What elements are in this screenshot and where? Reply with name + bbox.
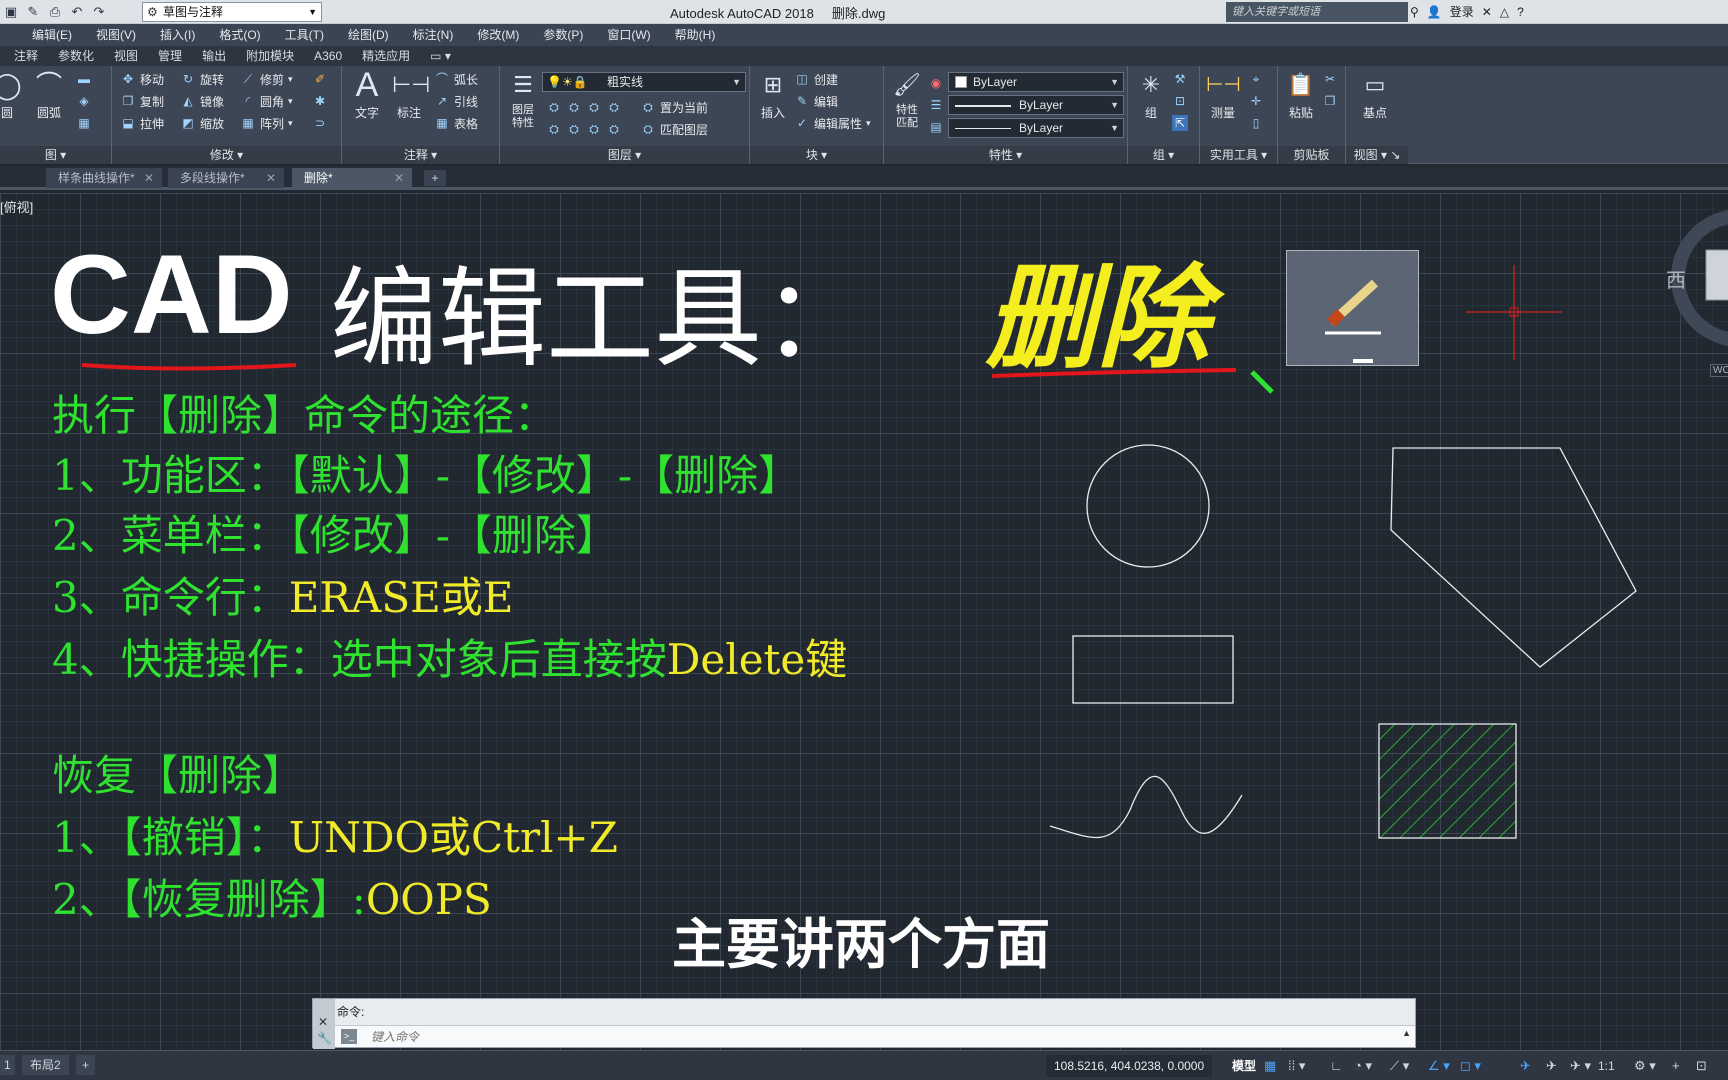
command-line: ✕ 🔧 命令: >_ ▲ (312, 998, 1416, 1049)
command-history: 命令: (337, 1005, 365, 1019)
chevron-up-icon[interactable]: ▲ (1402, 1028, 1411, 1038)
auto-scale-icon[interactable]: ✈ (1546, 1056, 1557, 1076)
command-input-row: >_ ▲ (335, 1025, 1415, 1047)
line-oops-prefix: 2、【恢复删除】: (52, 875, 366, 924)
line-menu-path: 2、菜单栏：【修改】-【删除】 (52, 511, 618, 560)
drawn-spline (1049, 775, 1243, 839)
title-erase: 删除 (985, 254, 1209, 384)
autocad-window: ▣ ✎ ⎙ ↶ ↷ ⚙ 草图与注释 ▼ Autodesk AutoCAD 201… (0, 0, 1728, 1080)
status-bar: 1 布局2 + 108.5216, 404.0238, 0.0000 模型 ▦ … (0, 1050, 1728, 1080)
wrench-icon[interactable]: 🔧 (317, 1031, 332, 1045)
hatched-rectangle (1378, 723, 1517, 839)
drawn-pentagon (1390, 447, 1637, 668)
layout-tab-prev[interactable]: 1 (0, 1055, 15, 1075)
line-command: 3、命令行：ERASE或E (52, 564, 513, 625)
line-shortcut-prefix: 4、快捷操作：选中对象后直接按 (52, 635, 667, 684)
object-snap-tracking-icon[interactable]: ∠ ▾ (1428, 1056, 1450, 1076)
scale-value[interactable]: 1:1 (1598, 1056, 1615, 1076)
line-undo-prefix: 1、【撤销】： (52, 813, 289, 862)
ortho-icon[interactable]: ∟ (1330, 1056, 1343, 1076)
command-prompt-icon[interactable]: >_ (341, 1029, 357, 1044)
workspace-switch-icon[interactable]: ⚙ ▾ (1634, 1056, 1656, 1076)
drawn-rectangle (1072, 635, 1234, 704)
line-undo-keys: UNDO或Ctrl+Z (288, 813, 618, 862)
title-cad: CAD (50, 232, 293, 357)
line-undo: 1、【撤销】：UNDO或Ctrl+Z (52, 804, 618, 865)
line-shortcut-delete: Delete键 (666, 635, 848, 684)
line-restore-title: 恢复【删除】 (52, 751, 305, 800)
line-command-erase: ERASE或E (288, 573, 514, 622)
polar-icon[interactable]: ◔ ▾ (1354, 1056, 1372, 1076)
plus-icon[interactable]: + (1672, 1056, 1680, 1076)
video-subtitle: 主要讲两个方面 (672, 913, 1050, 976)
add-layout-button[interactable]: + (76, 1055, 96, 1075)
viewcube-west-label[interactable]: 西 (1666, 264, 1686, 293)
line-shortcut: 4、快捷操作：选中对象后直接按Delete键 (52, 626, 847, 687)
line-erase-ways: 执行【删除】命令的途径： (52, 391, 557, 440)
erase-tool-preview (1286, 250, 1419, 366)
command-input[interactable] (371, 1027, 1271, 1046)
object-snap-icon[interactable]: ◻ ▾ (1460, 1056, 1481, 1076)
close-icon[interactable]: ✕ (318, 1015, 328, 1029)
line-command-prefix: 3、命令行： (52, 573, 289, 622)
viewcube-face (1705, 249, 1728, 301)
red-underline-cad (81, 363, 297, 371)
line-oops: 2、【恢复删除】:OOPS (52, 866, 492, 927)
grid-icon[interactable]: ▦ (1264, 1056, 1276, 1076)
line-ribbon-path: 1、功能区：【默认】-【修改】-【删除】 (52, 451, 801, 500)
line-oops-command: OOPS (365, 875, 492, 924)
model-space-button[interactable]: 模型 (1232, 1056, 1256, 1076)
isodraft-icon[interactable]: ⟋ ▾ (1390, 1056, 1409, 1076)
annotation-scale-icon[interactable]: ✈ ▾ (1570, 1056, 1591, 1076)
command-line-grip[interactable]: ✕ 🔧 (313, 999, 335, 1049)
pen-cursor (1250, 370, 1274, 394)
eraser-icon (1325, 279, 1381, 363)
snap-icon[interactable]: ⁞⁞ ▾ (1288, 1056, 1305, 1076)
annotation-visibility-icon[interactable]: ✈ (1520, 1056, 1531, 1076)
title-edit-tools: 编辑工具： (330, 257, 871, 382)
wcs-label[interactable]: WCS (1710, 364, 1728, 377)
isolate-objects-icon[interactable]: ⊡ (1696, 1056, 1707, 1076)
drawn-circle (1086, 444, 1210, 568)
layout-tab-2[interactable]: 布局2 (22, 1055, 69, 1075)
coordinates-readout[interactable]: 108.5216, 404.0238, 0.0000 (1046, 1055, 1213, 1077)
